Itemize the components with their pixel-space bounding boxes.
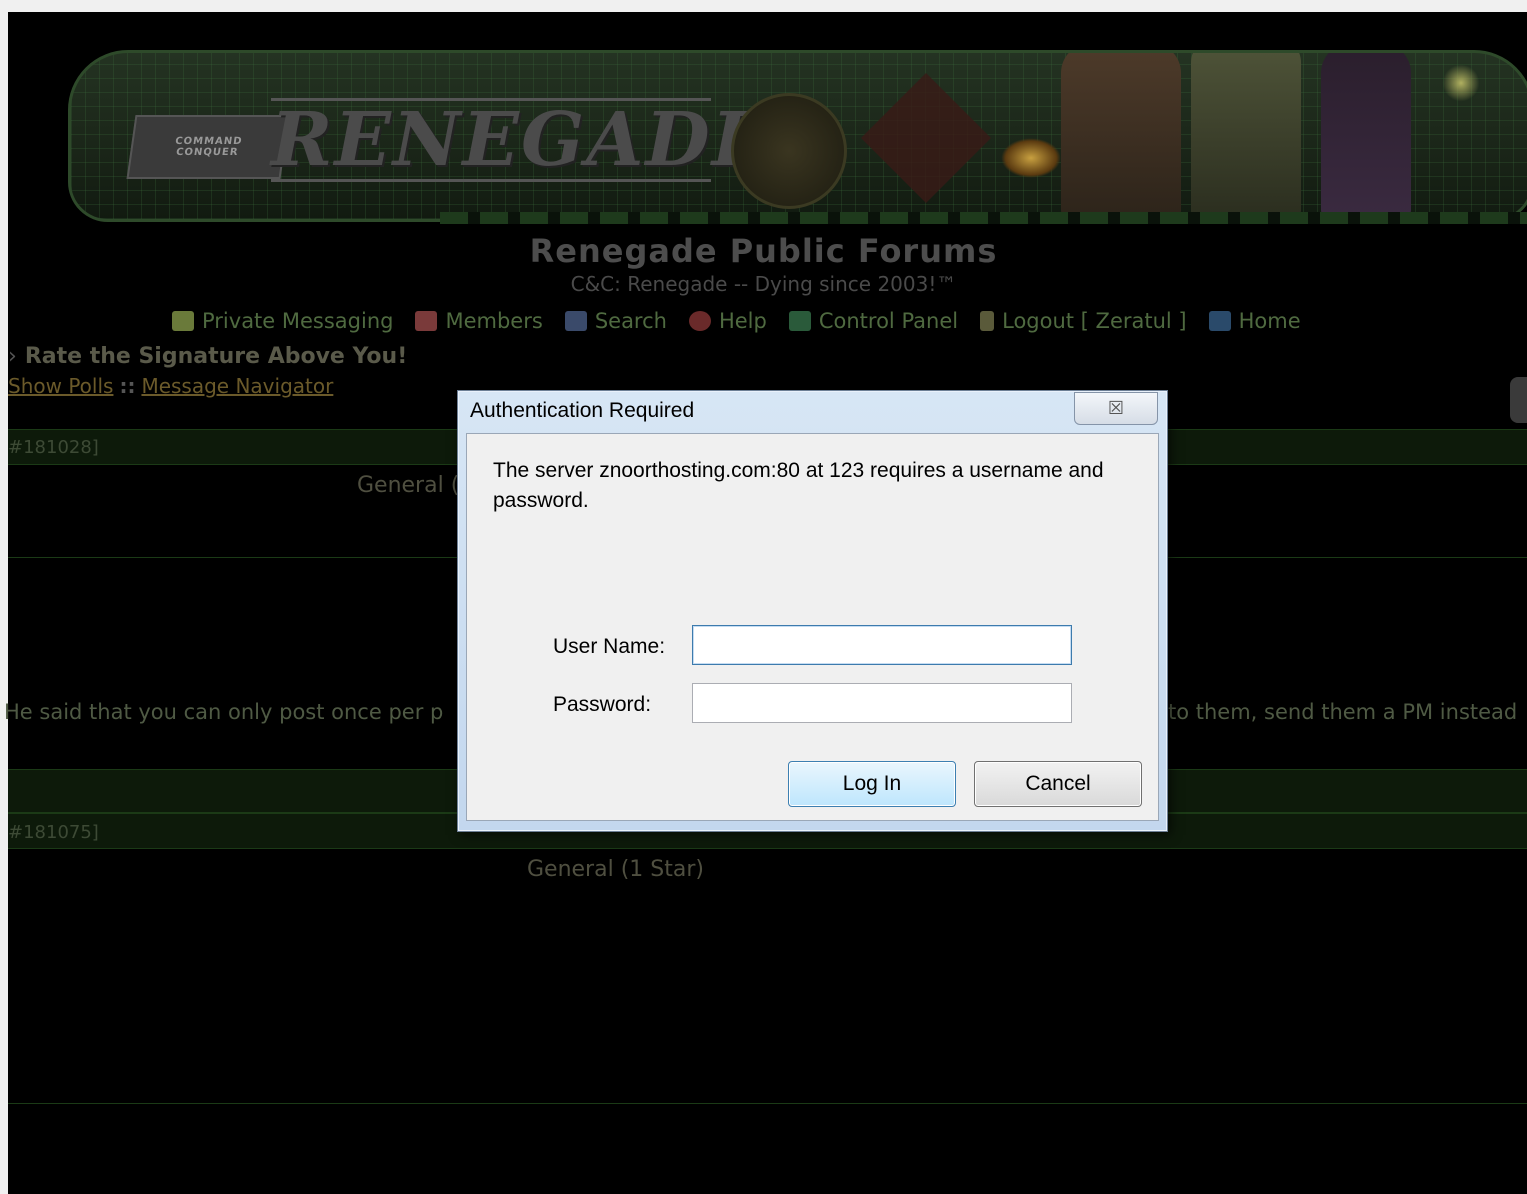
post-rank: General (	[357, 473, 460, 498]
eagle-emblem-icon	[731, 93, 847, 209]
password-field[interactable]	[692, 683, 1072, 723]
thread-title: › Rate the Signature Above You!	[8, 344, 407, 369]
character-art-3	[1321, 53, 1411, 218]
nav-label: Private Messaging	[202, 309, 394, 333]
username-field[interactable]	[692, 625, 1072, 665]
nav-label: Search	[594, 309, 667, 333]
close-button[interactable]: ☒	[1074, 392, 1158, 425]
close-icon: ☒	[1107, 398, 1125, 418]
nav-control-panel[interactable]: Control Panel	[788, 309, 959, 333]
link-separator: ::	[119, 374, 136, 398]
character-art-1	[1061, 53, 1181, 218]
cancel-button[interactable]: Cancel	[974, 761, 1142, 807]
post-divider	[8, 1103, 1527, 1104]
nav-label: Logout [ Zeratul ]	[1002, 309, 1187, 333]
nav-help[interactable]: Help	[688, 309, 767, 333]
site-subtitle: C&C: Renegade -- Dying since 2003!™	[570, 272, 957, 296]
nav-search[interactable]: Search	[564, 309, 667, 333]
auth-dialog: Authentication Required ☒ The server zno…	[457, 390, 1168, 832]
sparkle	[1441, 63, 1481, 103]
help-icon	[688, 311, 711, 331]
browser-left-strip	[0, 12, 8, 1194]
nav-members[interactable]: Members	[415, 309, 543, 333]
banner-footer-strip	[440, 212, 1527, 224]
muzzle-flash	[1001, 138, 1061, 178]
post-rank: General (1 Star)	[527, 857, 704, 882]
dialog-message: The server znoorthosting.com:80 at 123 r…	[493, 459, 1104, 512]
control-panel-icon	[788, 311, 811, 331]
site-title: Renegade Public Forums	[529, 232, 998, 270]
thread-links: Show Polls:: Message Navigator	[8, 374, 333, 398]
nav-logout[interactable]: Logout [ Zeratul ]	[980, 309, 1187, 333]
home-icon	[1208, 311, 1231, 331]
login-button[interactable]: Log In	[788, 761, 956, 807]
show-polls-link[interactable]: Show Polls	[8, 374, 113, 398]
site-banner: COMMAND CONQUER RENEGADE	[68, 50, 1527, 222]
nav-label: Home	[1238, 309, 1301, 333]
nav-private-messaging[interactable]: Private Messaging	[172, 309, 393, 333]
logout-icon	[980, 311, 995, 331]
cnc-logo-line1: COMMAND	[174, 136, 244, 147]
renegade-logo: RENEGADE	[271, 97, 771, 183]
password-label: Password:	[553, 693, 652, 716]
nav-label: Help	[718, 309, 767, 333]
nav-home[interactable]: Home	[1208, 309, 1301, 333]
search-icon	[564, 311, 587, 331]
thread-action-button[interactable]	[1510, 377, 1527, 423]
character-art-2	[1191, 53, 1301, 218]
post-body-right: to them, send them a PM instead	[1168, 700, 1518, 724]
envelope-icon	[172, 311, 194, 331]
cnc-logo-line2: CONQUER	[175, 147, 240, 158]
thread-title-text: Rate the Signature Above You!	[24, 344, 408, 369]
browser-top-strip	[0, 0, 1527, 12]
dialog-title: Authentication Required	[470, 399, 695, 422]
post-id: #181075]	[8, 822, 99, 843]
message-navigator-link[interactable]: Message Navigator	[141, 374, 333, 398]
nav-label: Members	[445, 309, 543, 333]
post-id: #181028]	[8, 437, 99, 458]
username-label: User Name:	[553, 635, 666, 658]
bullet-arrow-icon: ›	[8, 344, 17, 369]
post-body-left: He said that you can only post once per …	[4, 700, 444, 724]
cnc-logo: COMMAND CONQUER	[126, 115, 290, 179]
members-icon	[415, 311, 438, 331]
nav-label: Control Panel	[818, 309, 959, 333]
forum-nav: Private Messaging Members Search Help Co…	[172, 306, 1301, 336]
